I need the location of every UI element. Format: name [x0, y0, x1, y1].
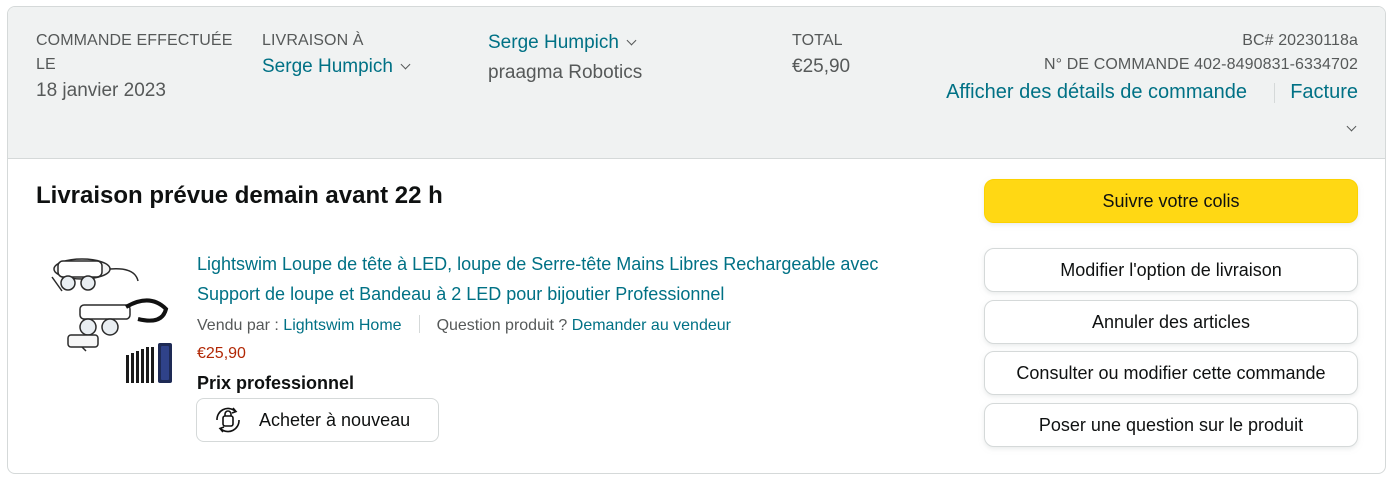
buy-again-icon [209, 405, 247, 435]
seller-link[interactable]: Lightswim Home [283, 317, 401, 334]
product-title-line2: Support de loupe et Bandeau à 2 LED pour… [197, 284, 725, 304]
change-delivery-button[interactable]: Modifier l'option de livraison [984, 248, 1358, 292]
ship-to-name: Serge Humpich [262, 56, 393, 77]
ask-product-question-button[interactable]: Poser une question sur le produit [984, 403, 1358, 447]
product-title-link[interactable]: Lightswim Loupe de tête à LED, loupe de … [197, 249, 878, 309]
divider [1274, 83, 1275, 103]
track-package-button[interactable]: Suivre votre colis [984, 179, 1358, 223]
ship-to-dropdown[interactable]: Serge Humpich [262, 54, 411, 80]
order-number: N° DE COMMANDE 402-8490831-6334702 [1044, 56, 1358, 73]
sold-by-label: Vendu par : [197, 317, 279, 334]
view-edit-order-button[interactable]: Consulter ou modifier cette commande [984, 351, 1358, 395]
order-card: COMMANDE EFFECTUÉE LE 18 janvier 2023 LI… [7, 6, 1386, 474]
po-number: BC# 20230118a [1242, 32, 1358, 49]
ship-to-label: LIVRAISON À [262, 32, 364, 49]
buy-again-label: Acheter à nouveau [259, 409, 411, 430]
order-placed-label: COMMANDE EFFECTUÉE LE [36, 32, 233, 73]
total-label: TOTAL [792, 32, 843, 49]
order-date: 18 janvier 2023 [36, 80, 166, 101]
order-details-link[interactable]: Afficher des détails de commande [946, 79, 1247, 105]
buy-again-button[interactable]: Acheter à nouveau [196, 398, 439, 442]
recipient-name: Serge Humpich [488, 32, 619, 53]
product-price: €25,90 [197, 345, 246, 362]
chevron-down-icon [626, 35, 637, 46]
question-label: Question produit ? [436, 317, 568, 334]
recipient-company: praagma Robotics [488, 62, 643, 83]
product-title-line1: Lightswim Loupe de tête à LED, loupe de … [197, 254, 879, 274]
total-value: €25,90 [792, 56, 851, 77]
recipient-dropdown[interactable]: Serge Humpich [488, 30, 637, 56]
divider [418, 315, 420, 333]
business-price-label: Prix professionnel [197, 373, 355, 393]
chevron-down-icon[interactable] [1346, 121, 1357, 132]
delivery-status-title: Livraison prévue demain avant 22 h [36, 182, 443, 209]
invoice-link[interactable]: Facture [1290, 79, 1358, 105]
ask-seller-link[interactable]: Demander au vendeur [572, 317, 731, 334]
seller-row: Vendu par : Lightswim Home Question produ… [197, 315, 731, 335]
cancel-items-button[interactable]: Annuler des articles [984, 300, 1358, 344]
chevron-down-icon [400, 59, 411, 70]
order-header: COMMANDE EFFECTUÉE LE 18 janvier 2023 LI… [8, 7, 1385, 159]
product-image[interactable] [40, 247, 180, 387]
